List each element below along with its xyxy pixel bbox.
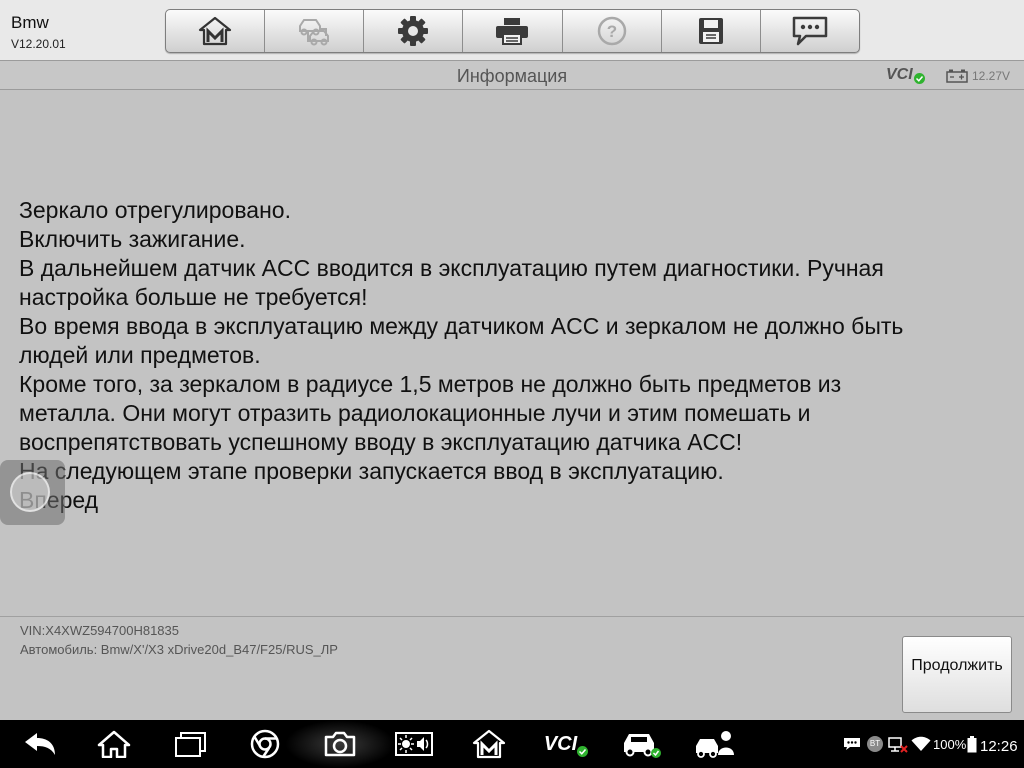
message-button[interactable] — [761, 10, 859, 52]
top-bar: Bmw V12.20.01 ? — [0, 0, 1024, 60]
battery-icon — [967, 735, 977, 752]
save-button[interactable] — [662, 10, 761, 52]
vehicle-label: Автомобиль: Bmw/X'/X3 xDrive20d_B47/F25/… — [20, 642, 338, 657]
message-line: Зеркало отрегулировано. — [19, 197, 291, 223]
remote-expert-button[interactable] — [693, 720, 737, 768]
help-button[interactable]: ? — [563, 10, 662, 52]
home-nav-button[interactable] — [94, 720, 134, 768]
svg-text:?: ? — [606, 22, 616, 41]
save-icon — [698, 18, 723, 44]
vehicle-status-button[interactable] — [620, 720, 664, 768]
page-title: Информация — [456, 66, 568, 86]
brightness-volume-button[interactable] — [394, 720, 434, 768]
message-line: Кроме того, за зеркалом в радиусе 1,5 ме… — [19, 371, 842, 397]
info-panel: Зеркало отрегулировано. Включить зажиган… — [0, 90, 1024, 616]
remote-expert-icon — [696, 731, 734, 758]
vehicle-swap-button[interactable] — [265, 10, 365, 52]
gear-icon — [398, 16, 429, 46]
help-icon: ? — [597, 16, 626, 46]
car-network-icon — [299, 19, 330, 46]
home-icon — [97, 730, 131, 758]
battery-icon — [946, 69, 968, 83]
toolbar: ? — [165, 9, 860, 53]
check-icon — [914, 73, 925, 84]
maxisys-icon — [472, 729, 506, 759]
chat-icon — [792, 16, 828, 46]
wifi-icon — [911, 736, 931, 751]
camera-button[interactable] — [320, 720, 360, 768]
maxisys-button[interactable] — [469, 720, 509, 768]
message-line: людей или предметов. — [19, 342, 261, 368]
message-line: настройка больше не требуется! — [19, 284, 368, 310]
back-button[interactable] — [20, 720, 60, 768]
message-line: В дальнейшем датчик ACC вводится в экспл… — [19, 255, 884, 281]
printer-icon — [496, 18, 529, 45]
message-line: Во время ввода в эксплуатацию между датч… — [19, 313, 904, 339]
chrome-icon — [250, 729, 280, 759]
app-version: V12.20.01 — [11, 37, 66, 51]
bt-badge-icon: BT — [867, 736, 883, 752]
message-notification-icon — [844, 738, 860, 750]
message-line: Вперед — [19, 486, 1009, 515]
recent-apps-icon — [175, 732, 206, 757]
brightness-volume-icon — [395, 732, 433, 756]
back-icon — [25, 733, 55, 755]
print-button[interactable] — [463, 10, 563, 52]
recent-apps-button[interactable] — [170, 720, 210, 768]
vin-label: VIN:X4XWZ594700H81835 — [20, 623, 179, 638]
vci-button[interactable]: VCI — [540, 720, 592, 768]
camera-icon — [324, 731, 356, 757]
message-line: воспрепятствовать успешному вводу в эксп… — [19, 429, 743, 455]
vci-nav-label: VCI — [543, 732, 578, 755]
message-line: металла. Они могут отразить радиолокацио… — [19, 400, 811, 426]
clock: 12:26 — [980, 738, 1018, 755]
check-icon — [577, 745, 589, 757]
network-error-icon — [888, 737, 908, 753]
settings-button[interactable] — [364, 10, 464, 52]
app-name: Bmw — [11, 13, 49, 32]
vci-status-label: VCI — [886, 66, 913, 83]
message-line: Включить зажигание. — [19, 226, 246, 252]
battery-percent: 100% — [933, 736, 967, 752]
car-check-icon — [624, 734, 661, 758]
info-message: Зеркало отрегулировано. Включить зажиган… — [19, 196, 1009, 515]
home-m-icon — [198, 16, 232, 46]
message-line: На следующем этапе проверки запускается … — [19, 458, 724, 484]
continue-button[interactable]: Продолжить — [902, 636, 1012, 713]
chrome-button[interactable] — [245, 720, 285, 768]
assistive-touch-button[interactable] — [0, 460, 65, 525]
battery-voltage: 12.27V — [972, 69, 1011, 83]
home-button[interactable] — [166, 10, 266, 52]
status-area: BT 100% — [843, 720, 977, 768]
assistive-touch-icon — [10, 472, 50, 512]
title-bar: Информация VCI 12.27V — [0, 60, 1024, 90]
